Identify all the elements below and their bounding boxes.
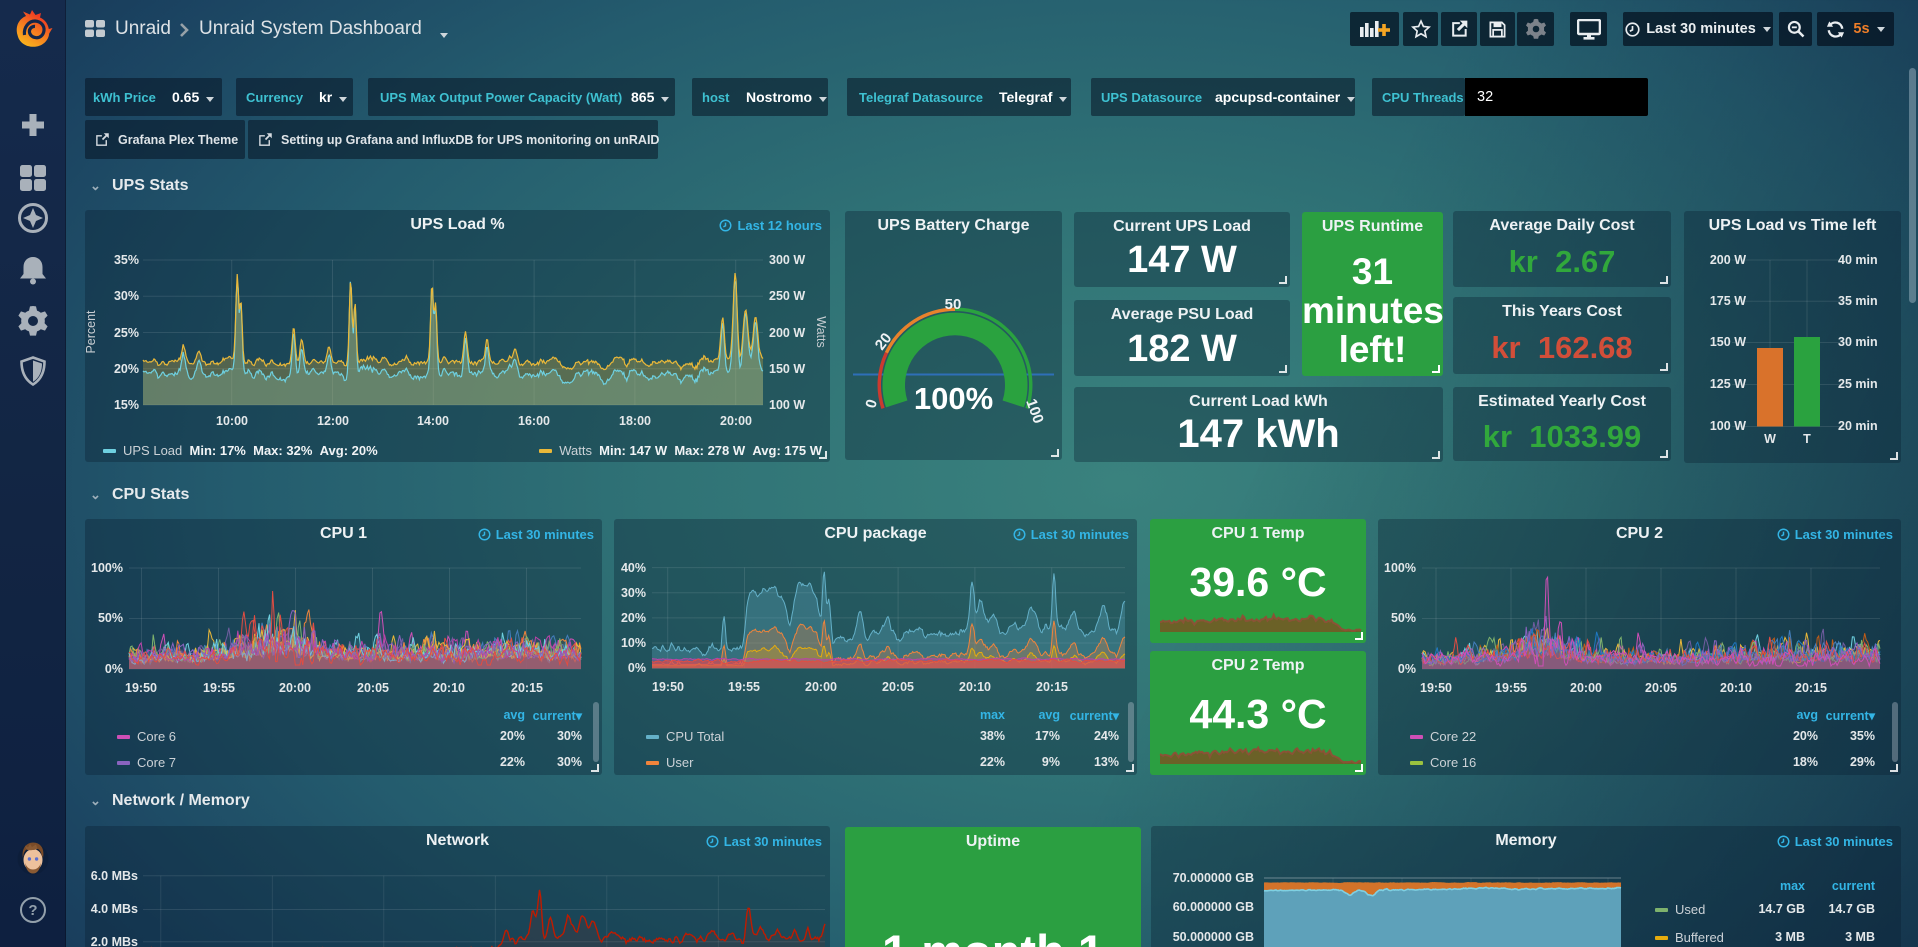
svg-text:?: ? — [28, 902, 37, 919]
svg-text:50: 50 — [945, 296, 962, 313]
